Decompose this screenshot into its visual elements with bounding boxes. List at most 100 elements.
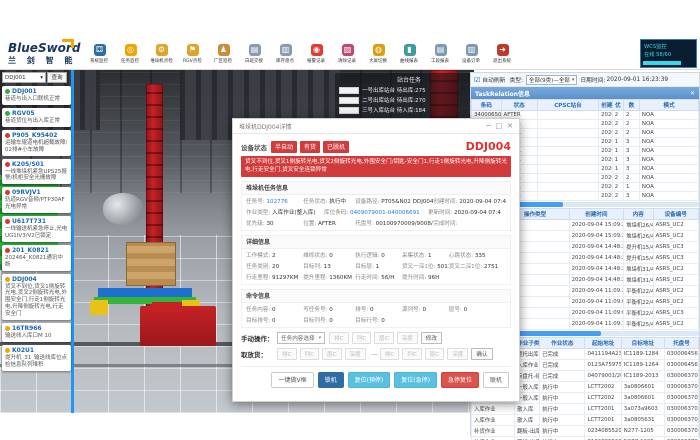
table-cell: 入库作业 xyxy=(472,404,515,415)
apply-button[interactable]: 修改 xyxy=(421,332,442,344)
column-header[interactable]: 条码 xyxy=(472,100,502,111)
table-cell: 3 xyxy=(624,156,640,165)
pick-param-button[interactable]: 排C xyxy=(277,348,297,360)
close-icon[interactable]: ✕ xyxy=(507,122,513,130)
toolbar-button[interactable]: ▮ 曲线报表 xyxy=(394,44,425,64)
table-row[interactable]: 入库作业散入库执行中LCTT20013a08056310300063700086… xyxy=(472,415,699,426)
mini-status-widget[interactable]: WCS监控 在线 58/60 xyxy=(640,39,697,68)
toolbar-button[interactable]: ▨ 清除记录 xyxy=(332,44,363,64)
alarm-card[interactable]: U617T731 一线输送机紧急停止,光电UG1IV3/V2已锁定 xyxy=(2,216,71,242)
manual-param-button[interactable]: 层C xyxy=(374,332,394,344)
column-header[interactable]: 起始地址 xyxy=(585,338,621,349)
manual-param-button[interactable]: 排C xyxy=(329,332,349,344)
table-cell: NOA xyxy=(639,156,698,165)
table-row[interactable]: 补货作业翻板-出库补货执行中01320955202N277-1205030006… xyxy=(472,437,699,440)
table-cell: 02340855202 xyxy=(585,426,621,437)
dialog-action-button[interactable]: 复位(急停) xyxy=(394,372,437,388)
place-param-button[interactable]: 排C xyxy=(380,348,400,360)
alarm-description: 输送线入库口M 10 xyxy=(5,333,68,340)
dialog-action-button[interactable]: 一键做V框 xyxy=(271,372,313,388)
dialog-action-button[interactable]: 锁机 xyxy=(318,372,344,388)
alarm-card[interactable]: DDJ004 货叉不到位,货叉1侧旋转光电,货叉2侧旋转光电,外围安全门,行走1… xyxy=(2,274,71,320)
toolbar-button[interactable]: ◉ 报警记录 xyxy=(301,44,332,64)
alarm-card[interactable]: 09RVJV1 轨道RGV音频/PTP30AF光电异常 xyxy=(2,187,71,213)
toolbar-button[interactable]: ▥ 库存盘点 xyxy=(270,44,301,64)
task-content-select[interactable]: 任务内容选择 ▾ xyxy=(277,332,325,344)
column-header[interactable]: 托盘号 xyxy=(664,338,698,349)
alarm-card[interactable]: 16TR966 输送线入库口M 10 xyxy=(2,323,71,342)
dialog-action-button[interactable]: 联机 xyxy=(483,372,509,388)
place-param-button[interactable]: 列C xyxy=(402,348,422,360)
column-header[interactable]: 作业状态 xyxy=(540,338,585,349)
alarm-card[interactable]: P905_K95402 运输车辊道电机超载故障/02排#小车故障 xyxy=(2,130,71,156)
column-header[interactable]: 优 xyxy=(612,100,623,111)
table-cell: LCTT2002 xyxy=(585,382,621,393)
toolbar-label: 清除记录 xyxy=(338,57,356,63)
toolbar-button[interactable]: ⚃ 系统监控 xyxy=(84,44,115,64)
close-icon[interactable]: ✕ xyxy=(690,90,695,97)
table-cell: 2020-09-04 00:27:40 xyxy=(599,147,613,156)
maximize-icon[interactable]: □ xyxy=(496,122,503,130)
auto-refresh-checkbox[interactable]: ☑ xyxy=(474,76,480,84)
manual-param-button[interactable]: 列C xyxy=(352,332,372,344)
status-dot-icon xyxy=(5,133,10,138)
dialog-action-button[interactable]: 急停复位 xyxy=(441,372,479,388)
confirm-button[interactable]: 确认 xyxy=(471,348,492,360)
table-cell: 已完成 xyxy=(540,371,585,382)
table-cell: 04079001/2011 xyxy=(585,371,621,382)
column-header[interactable]: 模式 xyxy=(639,100,698,111)
alarm-card[interactable]: 201_K0821 202464_K0821通讯中断 xyxy=(2,245,71,271)
table-cell: 散入库 xyxy=(515,415,540,426)
alarm-sidebar: DDJ001 ▾ 查询 DDJ001 巷道与出入口联机正常 xyxy=(2,72,71,413)
toolbar-button[interactable]: ⚙ 堆垛机点检 xyxy=(146,44,177,64)
device-detail-dialog: 堆垛机DDJ004详情 ─ □ ✕ 设备状态 半自动有货已脱机 DDJ004 货… xyxy=(232,118,520,402)
column-header[interactable]: 数 xyxy=(624,100,640,111)
toolbar-button[interactable]: ▤ 白班交接 xyxy=(239,44,270,64)
toolbar-button[interactable]: ▤ 工段报表 xyxy=(425,44,456,64)
column-header[interactable]: 目标地址 xyxy=(621,338,664,349)
column-header[interactable]: 创建时间 xyxy=(599,100,613,111)
field: 货叉一深1位: 5011 xyxy=(402,261,449,272)
column-header[interactable]: 设备编号 xyxy=(653,209,698,220)
chevron-down-icon: ▾ xyxy=(319,335,322,341)
column-header[interactable]: 创建时间 xyxy=(569,209,623,220)
type-select[interactable]: 全部(9类)—全部 ▾ xyxy=(526,75,577,85)
alarm-card[interactable]: RGV05 巷道货位与出入库正常 xyxy=(2,108,71,127)
column-header[interactable]: 状态 xyxy=(501,100,537,111)
field: 目标层: 1 xyxy=(355,261,402,272)
manual-param-button[interactable]: 深度 xyxy=(397,332,418,344)
toolbar-button[interactable]: ➜ 退出系统 xyxy=(487,44,518,64)
sidebar-search-button[interactable]: 查询 xyxy=(47,72,67,83)
place-param-button[interactable]: 深度 xyxy=(447,348,468,360)
table-cell: 3a0805631 xyxy=(621,415,664,426)
status-dot-icon xyxy=(5,111,10,116)
minimize-icon[interactable]: ─ xyxy=(486,122,490,130)
table-row[interactable]: 入库作业散入库执行中LCTT20013a073a9603030006370008… xyxy=(472,404,699,415)
device-filter-select[interactable]: DDJ001 ▾ xyxy=(2,72,46,83)
pick-param-button[interactable]: 列C xyxy=(300,348,320,360)
column-header[interactable]: CPSC站台 xyxy=(537,100,598,111)
field: 写任务号: 0 xyxy=(303,304,355,315)
toolbar-button[interactable]: ◎ 任务监控 xyxy=(115,44,146,64)
alarm-card[interactable]: K205/S01 一线堆垛机紧急UPS25报警/机柜安全光栅故障 xyxy=(2,159,71,185)
toolbar-button[interactable]: ◍ 大屏切换 xyxy=(363,44,394,64)
alarm-device-code: RGV05 xyxy=(12,110,35,117)
toolbar-button[interactable]: ♟ 厂区巡检 xyxy=(208,44,239,64)
alarm-card[interactable]: DDJ001 巷道与出入口联机正常 xyxy=(2,86,71,105)
table-cell: 2 xyxy=(624,120,640,129)
dialog-action-button[interactable]: 复位(预停) xyxy=(348,372,391,388)
toolbar-label: 任务监控 xyxy=(121,57,139,63)
table-cell: 补货作业 xyxy=(472,437,515,440)
toolbar-button[interactable]: ▥ 设备订单 xyxy=(456,44,487,64)
table-cell: 执行中 xyxy=(540,382,585,393)
toolbar-button[interactable]: ⚑ RGV点检 xyxy=(177,44,208,64)
pick-param-button[interactable]: 层C xyxy=(322,348,342,360)
field: 托盘号: 00100970009/9008/142 xyxy=(355,218,433,229)
place-param-button[interactable]: 层C xyxy=(425,348,445,360)
alarm-card[interactable]: K02U1 提升机_31_输送线库位点检信息队列堆积 xyxy=(2,345,71,371)
column-header[interactable]: 内容 xyxy=(624,209,654,220)
dialog-titlebar[interactable]: 堆垛机DDJ004详情 ─ □ ✕ xyxy=(233,119,519,134)
table-cell: 1 xyxy=(612,138,623,147)
table-row[interactable]: 补货作业翻板-出库补货执行中02340855202N277-1205030006… xyxy=(472,426,699,437)
pick-param-button[interactable]: 深度 xyxy=(345,348,366,360)
